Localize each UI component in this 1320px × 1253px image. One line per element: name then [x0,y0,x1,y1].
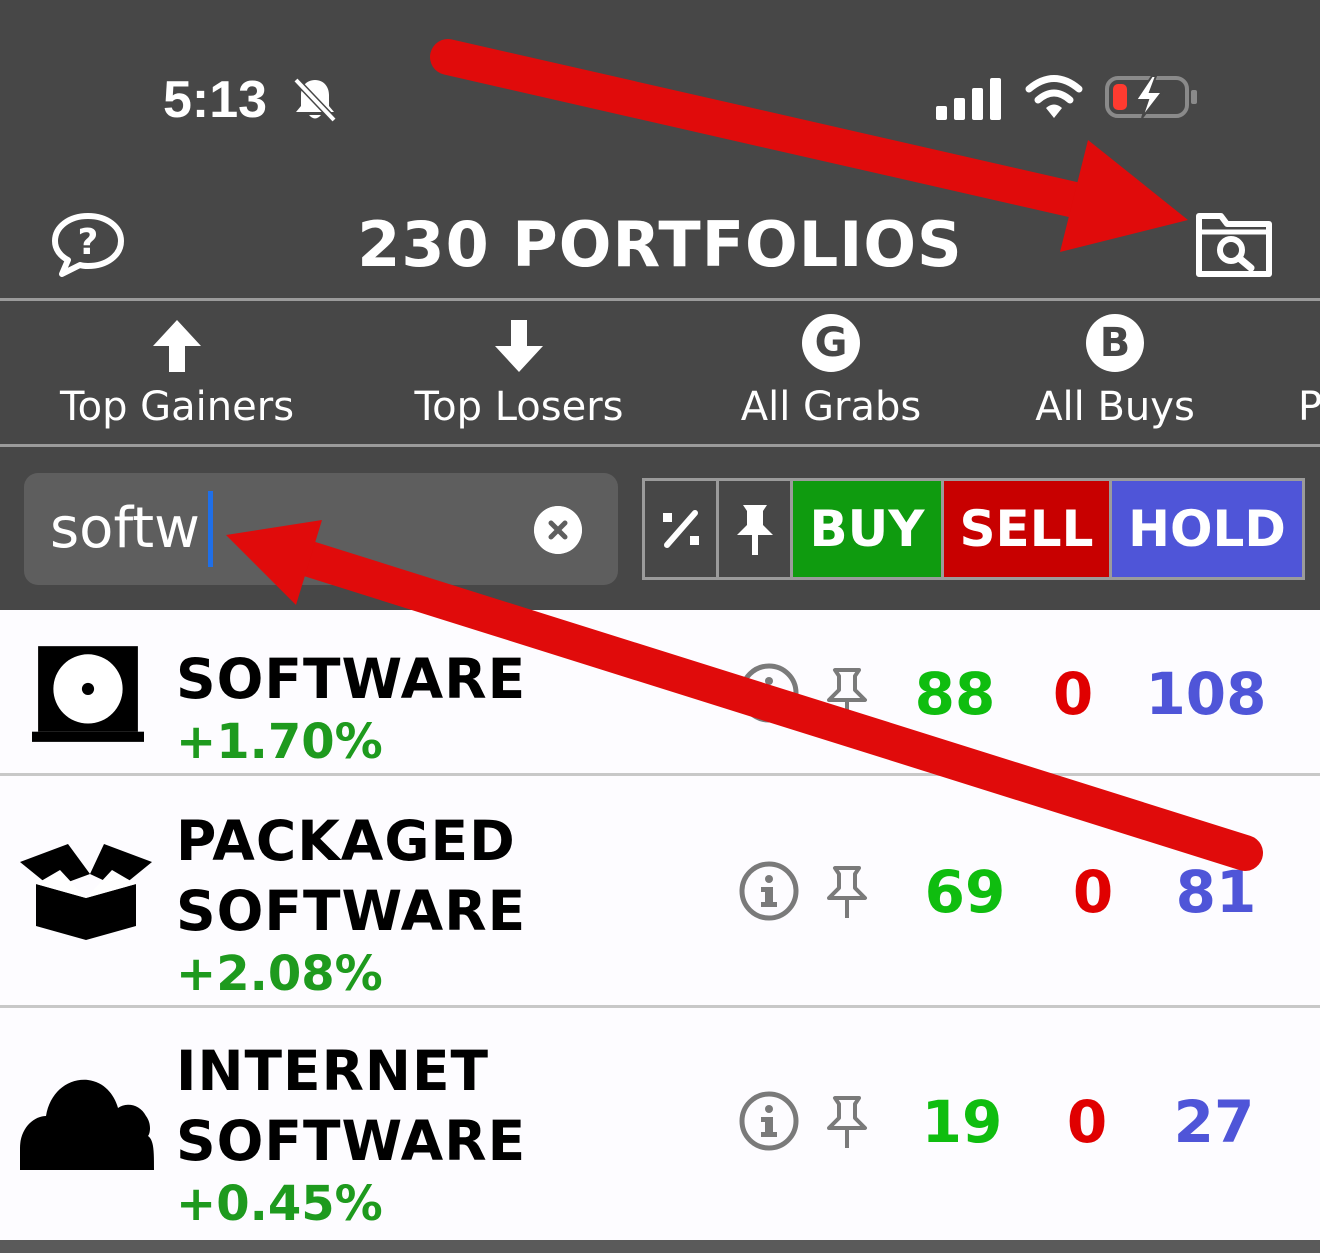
arrow-up-icon [153,320,201,372]
tab-label: All Buys [1035,384,1195,430]
row-name: SOFTWARE [176,879,527,943]
pin-icon [736,505,773,555]
b-badge-icon: B [1086,314,1144,372]
percent-icon [662,510,699,548]
wifi-icon [1025,75,1083,118]
sell-count: 0 [1066,1088,1108,1156]
tab-top-gainers[interactable]: Top Gainers [40,308,314,444]
tab-all-buys[interactable]: B All Buys [1016,308,1214,444]
row-name: SOFTWARE [176,1109,527,1173]
filter-buttons: BUY SELL HOLD [642,478,1305,580]
sell-count: 0 [1052,660,1094,728]
list-item[interactable]: INTERNET SOFTWARE +0.45% 19 0 27 [0,1008,1320,1238]
buy-count: 69 [924,858,1006,926]
pin-icon[interactable] [825,864,869,920]
tab-label: P [1298,384,1320,430]
row-change: +1.70% [176,714,383,770]
percent-toggle-button[interactable] [645,481,719,577]
list-item[interactable]: PACKAGED SOFTWARE +2.08% 69 0 81 [0,776,1320,1008]
sell-count: 0 [1072,858,1114,926]
info-icon[interactable] [738,662,800,724]
battery-charging-icon [1105,75,1197,119]
cellular-signal-icon [936,78,1001,120]
header-divider [0,298,1320,301]
pin-icon[interactable] [825,1094,869,1150]
tabs-divider [0,444,1320,447]
search-input[interactable]: softw [24,473,618,585]
disc-drive-icon [32,646,144,742]
portfolio-list: SOFTWARE +1.70% 88 0 108 PACKAGED SOFTWA… [0,610,1320,1240]
status-time: 5:13 [163,71,268,129]
tab-all-grabs[interactable]: G All Grabs [720,308,942,444]
bottom-bar [0,1240,1320,1253]
pin-icon[interactable] [825,666,869,722]
clear-x-icon[interactable] [534,506,582,554]
list-item[interactable]: SOFTWARE +1.70% 88 0 108 [0,610,1320,776]
tab-label: Top Gainers [59,384,295,430]
bell-slash-icon [293,77,337,123]
hold-filter-button[interactable]: HOLD [1112,481,1302,577]
info-icon[interactable] [738,860,800,922]
g-badge-icon: G [802,314,860,372]
pin-filter-button[interactable] [719,481,793,577]
tab-label: Top Losers [414,384,624,430]
row-name: SOFTWARE [176,647,527,711]
tab-label: All Grabs [740,384,922,430]
row-name: PACKAGED [176,809,516,873]
hold-count: 27 [1173,1088,1255,1156]
buy-filter-button[interactable]: BUY [793,481,944,577]
hold-count: 81 [1175,858,1257,926]
folder-search-icon[interactable] [1195,210,1273,278]
arrow-down-icon [495,320,543,372]
info-icon[interactable] [738,1090,800,1152]
sell-filter-button[interactable]: SELL [944,481,1112,577]
buy-count: 19 [921,1088,1003,1156]
hold-count: 108 [1145,660,1267,728]
search-value: softw [50,496,200,561]
tab-partial[interactable]: P [1290,308,1320,444]
row-name: INTERNET [176,1039,490,1103]
open-box-icon [20,844,152,940]
buy-count: 88 [914,660,996,728]
cloud-icon [20,1079,154,1170]
row-change: +0.45% [176,1176,383,1232]
row-change: +2.08% [176,946,383,1002]
tab-top-losers[interactable]: Top Losers [388,308,650,444]
text-caret [208,491,213,567]
page-title: 230 PORTFOLIOS [357,208,963,281]
